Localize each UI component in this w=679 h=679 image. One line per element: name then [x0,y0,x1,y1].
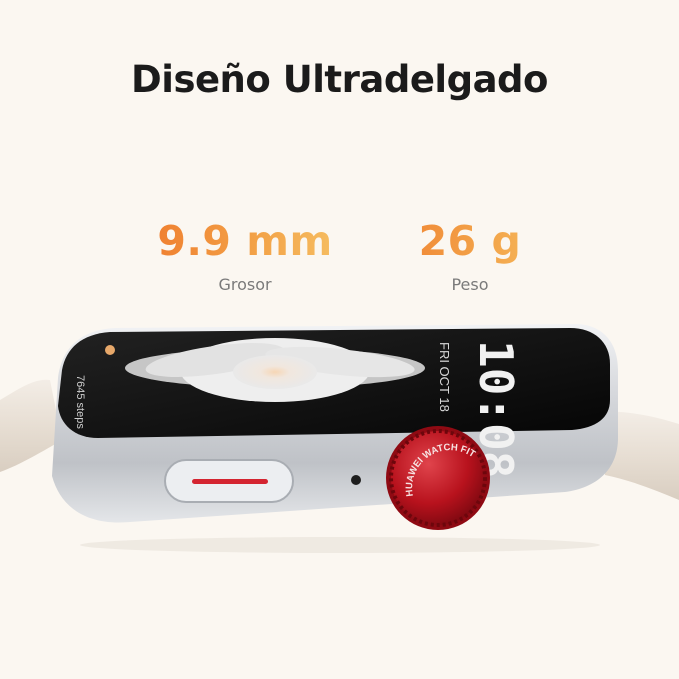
digital-crown[interactable]: HUAWEI WATCH FIT [386,426,490,530]
watch-svg: 7645 steps FRI OCT 18 10:08 HUAWEI WATCH… [0,324,679,553]
spec-thickness: 9.9 mm Grosor [145,215,345,294]
flower-center [233,355,317,389]
thickness-value: 9.9 mm [145,215,345,267]
case-shadow [80,537,600,553]
steps-icon [105,345,115,355]
weight-label: Peso [451,275,489,294]
side-button-accent [192,479,268,484]
watch-illustration: 7645 steps FRI OCT 18 10:08 HUAWEI WATCH… [0,300,679,560]
weight-value: 26 g [370,215,570,267]
microphone-hole [351,475,361,485]
headline: Diseño Ultradelgado [131,58,548,101]
thickness-label: Grosor [218,275,272,294]
left-strap [0,379,62,472]
spec-weight: 26 g Peso [370,215,570,294]
steps-text: 7645 steps [74,375,86,429]
date-text: FRI OCT 18 [437,342,452,412]
